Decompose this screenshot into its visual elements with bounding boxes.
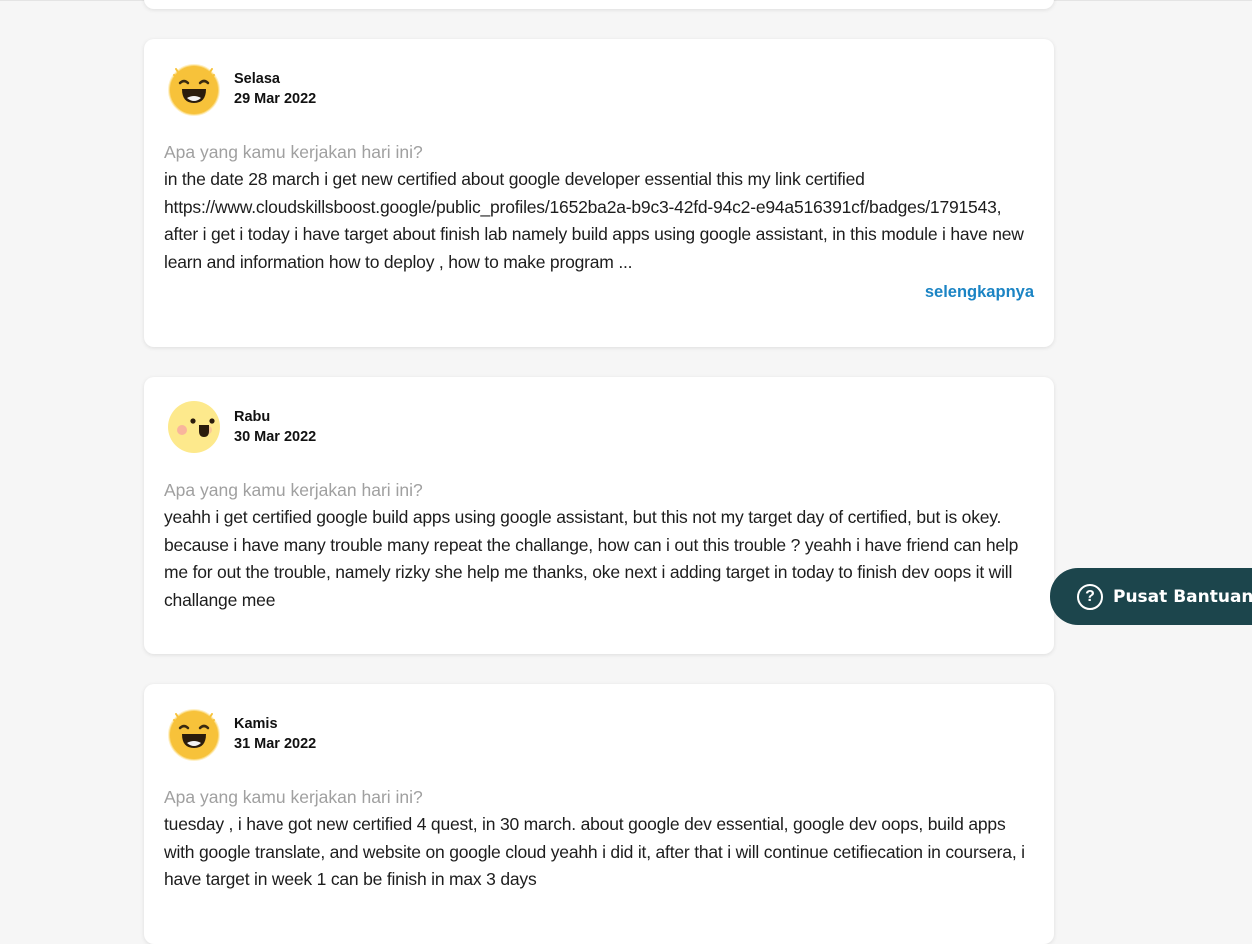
entry-answer: yeahh i get certified google build apps …	[164, 507, 1019, 610]
entry-meta: Rabu 30 Mar 2022	[234, 407, 316, 447]
card-header: Selasa 29 Mar 2022	[166, 61, 316, 117]
entry-question: Apa yang kamu kerjakan hari ini?	[164, 480, 423, 500]
card-header: Rabu 30 Mar 2022	[166, 399, 316, 455]
entry-day: Kamis	[234, 716, 278, 732]
entry-date: 31 Mar 2022	[234, 736, 317, 752]
entry-day: Rabu	[234, 409, 271, 425]
entry-body: Apa yang kamu kerjakan hari ini? tuesday…	[164, 784, 1034, 894]
laughing-emoji-icon	[166, 61, 222, 117]
entry-answer: tuesday , i have got new certified 4 que…	[164, 814, 1025, 889]
journal-card: Kamis 31 Mar 2022 Apa yang kamu kerjakan…	[144, 684, 1054, 944]
entry-meta: Selasa 29 Mar 2022	[234, 69, 316, 109]
journal-card: Rabu 30 Mar 2022 Apa yang kamu kerjakan …	[144, 377, 1054, 654]
card-header: Kamis 31 Mar 2022	[166, 706, 316, 762]
entry-answer: in the date 28 march i get new certified…	[164, 169, 1024, 272]
help-center-button[interactable]: ? Pusat Bantuan	[1050, 568, 1252, 625]
help-center-label: Pusat Bantuan	[1113, 586, 1252, 607]
journal-card-previous	[144, 0, 1054, 9]
journal-card: Selasa 29 Mar 2022 Apa yang kamu kerjaka…	[144, 39, 1054, 347]
laughing-emoji-icon	[166, 706, 222, 762]
entry-body: Apa yang kamu kerjakan hari ini? in the …	[164, 139, 1034, 276]
entry-question: Apa yang kamu kerjakan hari ini?	[164, 142, 423, 162]
read-more-link[interactable]: selengkapnya	[925, 283, 1034, 302]
entry-date: 29 Mar 2022	[234, 91, 317, 107]
happy-emoji-icon	[166, 399, 222, 455]
entry-body: Apa yang kamu kerjakan hari ini? yeahh i…	[164, 477, 1034, 614]
entry-day: Selasa	[234, 71, 280, 87]
entry-question: Apa yang kamu kerjakan hari ini?	[164, 787, 423, 807]
entry-date: 30 Mar 2022	[234, 429, 317, 445]
entry-meta: Kamis 31 Mar 2022	[234, 714, 316, 754]
question-circle-icon: ?	[1077, 583, 1103, 610]
